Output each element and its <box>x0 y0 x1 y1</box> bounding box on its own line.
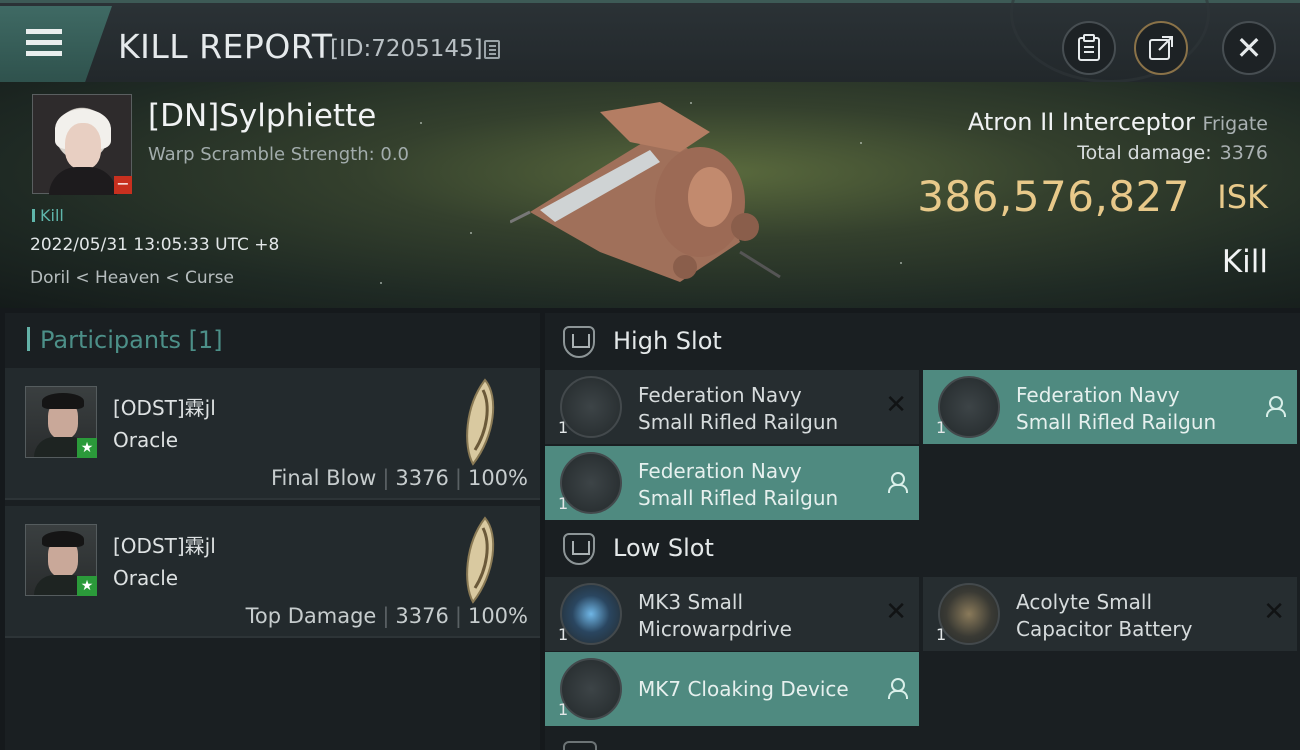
destroyed-x-icon: ✕ <box>1263 597 1285 627</box>
module-item[interactable]: 1 Federation Navy Small Rifled Railgun ✕ <box>545 370 919 444</box>
low-slot-icon <box>563 533 595 565</box>
module-name: MK7 Cloaking Device <box>638 677 849 701</box>
share-button[interactable] <box>1134 21 1188 75</box>
kill-location[interactable]: Doril < Heaven < Curse <box>30 268 234 288</box>
participant-percent: 100% <box>467 604 528 628</box>
high-slot-header: High Slot <box>545 313 1300 371</box>
participant-stats: Final Blow | 3376 | 100% <box>271 466 528 490</box>
result-label: Kill <box>1221 244 1268 280</box>
module-name: Acolyte Small Capacitor Battery <box>1016 590 1193 641</box>
person-icon <box>887 472 908 493</box>
person-icon <box>1265 396 1286 417</box>
clipboard-button[interactable] <box>1062 21 1116 75</box>
microwarpdrive-icon <box>560 583 622 645</box>
participant-row[interactable]: ★ [ODST]霖jl Oracle Final Blow | 3376 | 100% <box>5 368 540 500</box>
participant-name: [ODST]霖jl <box>113 534 216 558</box>
destroyed-x-icon: ✕ <box>885 390 907 420</box>
module-quantity: 1 <box>558 494 569 513</box>
report-id: [ID:7205145] <box>330 36 483 62</box>
module-quantity: 1 <box>558 625 569 644</box>
participant-damage: 3376 <box>395 466 449 490</box>
module-name: Federation Navy Small Rifled Railgun <box>638 459 839 510</box>
module-quantity: 1 <box>936 625 947 644</box>
participants-title: Participants [1] <box>27 326 223 354</box>
railgun-icon <box>560 452 622 514</box>
participant-stats: Top Damage | 3376 | 100% <box>245 604 528 628</box>
person-icon <box>887 678 908 699</box>
total-damage-value: 3376 <box>1219 142 1268 164</box>
participant-percent: 100% <box>467 466 528 490</box>
module-name: Federation Navy Small Rifled Railgun <box>638 383 839 434</box>
participant-name: [ODST]霖jl <box>113 396 216 420</box>
destroyed-x-icon: ✕ <box>885 597 907 627</box>
module-quantity: 1 <box>936 418 947 437</box>
capacitor-battery-icon <box>938 583 1000 645</box>
close-icon: ✕ <box>1235 29 1263 67</box>
isk-unit: ISK <box>1217 178 1268 216</box>
kill-tag-label: Kill <box>40 206 64 225</box>
module-quantity: 1 <box>558 700 569 719</box>
module-item[interactable]: 1 Federation Navy Small Rifled Railgun <box>545 446 919 520</box>
module-item[interactable]: 1 MK3 Small Microwarpdrive ✕ <box>545 577 919 651</box>
railgun-icon <box>560 376 622 438</box>
participant-role: Top Damage <box>245 604 377 628</box>
minus-badge-icon: − <box>114 176 132 194</box>
oracle-ship-icon <box>466 516 495 604</box>
participant-damage: 3376 <box>395 604 449 628</box>
module-item[interactable]: 1 Federation Navy Small Rifled Railgun <box>923 370 1297 444</box>
module-item[interactable]: 1 MK7 Cloaking Device <box>545 652 919 726</box>
participant-ship: Oracle <box>113 566 179 590</box>
low-slot-header: Low Slot <box>545 520 1300 578</box>
copy-icon[interactable] <box>484 40 500 59</box>
kill-tag: Kill <box>32 206 64 225</box>
participants-panel: Participants [1] ★ [ODST]霖jl Oracle Fina… <box>5 313 540 750</box>
ship-render-image <box>510 102 781 282</box>
kill-timestamp: 2022/05/31 13:05:33 UTC +8 <box>30 235 280 255</box>
menu-button[interactable] <box>0 6 112 82</box>
isk-value: 386,576,827 <box>917 172 1190 221</box>
ship-class: Frigate <box>1202 113 1268 135</box>
module-quantity: 1 <box>558 418 569 437</box>
star-badge-icon: ★ <box>77 438 97 458</box>
close-button[interactable]: ✕ <box>1222 21 1276 75</box>
module-item[interactable]: 1 Acolyte Small Capacitor Battery ✕ <box>923 577 1297 651</box>
participant-ship: Oracle <box>113 428 179 452</box>
high-slot-title: High Slot <box>613 327 722 355</box>
oracle-ship-icon <box>466 378 495 466</box>
victim-panel: − [DN]Sylphiette Warp Scramble Strength:… <box>0 82 1300 308</box>
total-damage: Total damage: 3376 <box>1077 142 1268 164</box>
ship-name-label: Atron II Interceptor <box>967 108 1195 136</box>
top-bar: KILL REPORT [ID:7205145] ✕ <box>0 0 1300 83</box>
participant-role: Final Blow <box>271 466 377 490</box>
mid-slot-icon <box>563 741 597 750</box>
ship-name[interactable]: Atron II Interceptor Frigate <box>968 108 1268 136</box>
low-slot-title: Low Slot <box>613 534 714 562</box>
page-title: KILL REPORT <box>118 27 333 66</box>
railgun-icon <box>938 376 1000 438</box>
victim-name[interactable]: [DN]Sylphiette <box>148 98 376 134</box>
participant-row[interactable]: ★ [ODST]霖jl Oracle Top Damage | 3376 | 100% <box>5 506 540 638</box>
fitting-panel: High Slot 1 Federation Navy Small Rifled … <box>545 313 1300 750</box>
cloaking-device-icon <box>560 658 622 720</box>
module-name: Federation Navy Small Rifled Railgun <box>1016 383 1217 434</box>
high-slot-icon <box>563 326 595 358</box>
clipboard-icon <box>1078 34 1100 61</box>
warp-scramble-strength: Warp Scramble Strength: 0.0 <box>148 144 410 165</box>
total-damage-label: Total damage: <box>1077 142 1212 164</box>
share-icon <box>1149 36 1173 60</box>
star-badge-icon: ★ <box>77 576 97 596</box>
menu-icon <box>26 29 62 57</box>
module-name: MK3 Small Microwarpdrive <box>638 590 792 641</box>
